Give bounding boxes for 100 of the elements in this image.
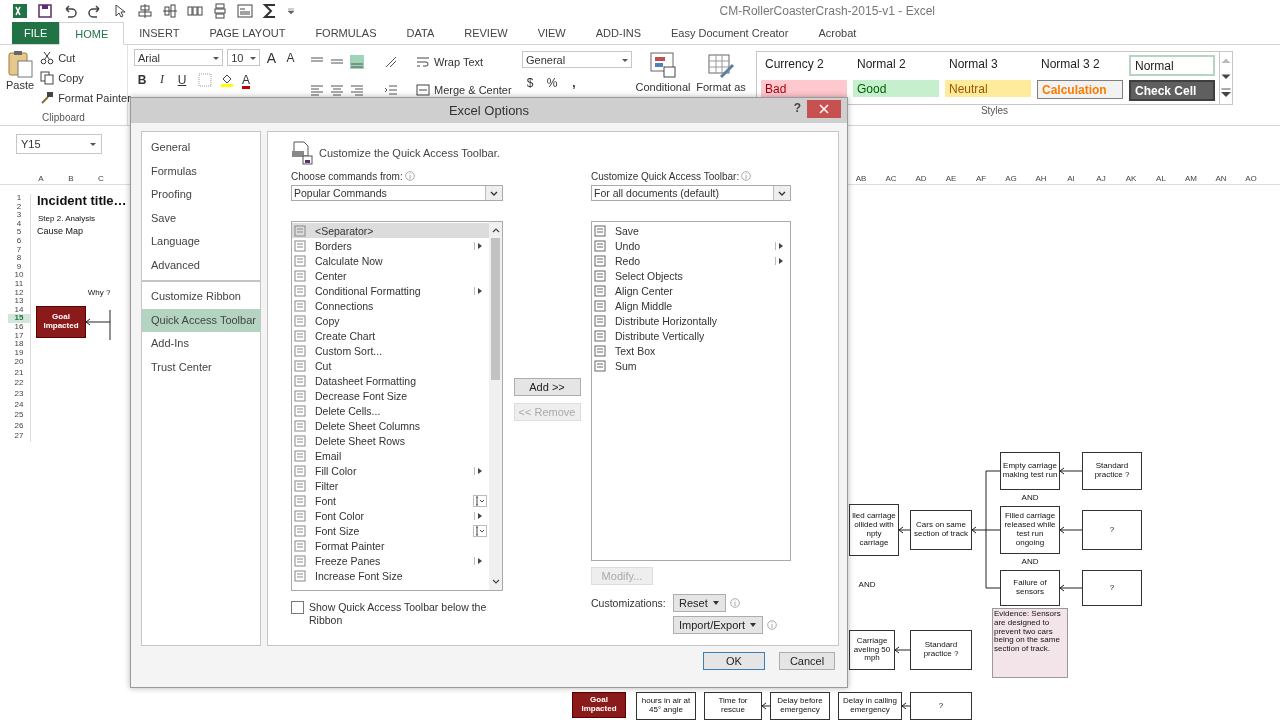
ribbon-tab[interactable]: DATA <box>391 22 450 44</box>
format-painter-button[interactable]: Format Painter <box>40 89 131 107</box>
row-header[interactable]: 20 <box>8 357 30 368</box>
ribbon-tab[interactable]: ADD-INS <box>580 22 656 44</box>
cell-style[interactable]: Normal 3 2 <box>1037 55 1123 72</box>
scrollbar[interactable] <box>489 222 502 590</box>
column-header[interactable]: AC <box>876 173 906 183</box>
toolbar-item[interactable]: Sum <box>592 358 790 373</box>
command-item[interactable]: Delete Sheet Rows <box>292 433 489 448</box>
row-header[interactable]: 23 <box>8 389 30 400</box>
row-header[interactable]: 7 <box>8 245 30 255</box>
column-header[interactable]: C <box>86 173 116 183</box>
text-box-icon[interactable] <box>237 3 253 19</box>
column-header[interactable]: AG <box>996 173 1026 183</box>
command-item[interactable]: Font <box>292 493 489 508</box>
underline-button[interactable]: U <box>174 72 190 87</box>
font-size-field[interactable]: 10 <box>227 49 260 66</box>
column-header[interactable]: AN <box>1206 173 1236 183</box>
ribbon-tab[interactable]: Acrobat <box>803 22 872 44</box>
row-header[interactable]: 24 <box>8 399 30 411</box>
row-header[interactable]: 1 <box>8 194 30 203</box>
ribbon-tab[interactable]: PAGE LAYOUT <box>194 22 301 44</box>
ribbon-tab[interactable]: REVIEW <box>449 22 523 44</box>
sum-icon[interactable] <box>262 3 278 19</box>
grow-font-button[interactable]: A <box>263 49 279 66</box>
command-item[interactable]: Center <box>292 268 489 283</box>
toolbar-item[interactable]: Redo <box>592 253 790 268</box>
row-header[interactable]: 16 <box>8 322 30 332</box>
align-center-icon[interactable] <box>330 83 344 97</box>
ribbon-tab[interactable]: FORMULAS <box>300 22 392 44</box>
cell-style[interactable]: Normal 3 <box>945 55 1031 72</box>
align-middle-icon[interactable] <box>162 3 178 19</box>
orientation-icon[interactable] <box>384 55 398 69</box>
toolbar-item[interactable]: Align Middle <box>592 298 790 313</box>
wrap-text-button[interactable]: Wrap Text <box>416 53 484 71</box>
number-format-field[interactable]: General <box>522 51 632 68</box>
ribbon-tab[interactable]: FILE <box>12 22 60 44</box>
toolbar-item[interactable]: Select Objects <box>592 268 790 283</box>
command-item[interactable]: Increase Font Size <box>292 568 489 583</box>
row-header[interactable]: 11 <box>8 279 30 289</box>
conditional-formatting-button[interactable]: Conditional <box>634 45 692 95</box>
shrink-font-button[interactable]: A <box>282 50 298 65</box>
paste-button[interactable]: Paste <box>6 49 35 99</box>
toolbar-item[interactable]: Align Center <box>592 283 790 298</box>
row-header[interactable]: 12 <box>8 288 30 298</box>
row-header[interactable]: 26 <box>8 420 30 432</box>
command-item[interactable]: Format Painter <box>292 538 489 553</box>
row-header[interactable]: 25 <box>8 410 30 421</box>
options-nav-item[interactable]: Proofing <box>142 183 260 207</box>
options-nav-item[interactable]: Language <box>142 230 260 254</box>
options-nav-item[interactable]: Quick Access Toolbar <box>142 308 260 332</box>
row-header[interactable]: 8 <box>8 254 30 263</box>
dropdown-icon[interactable] <box>287 7 295 15</box>
currency-button[interactable]: $ <box>522 76 538 90</box>
cell-style[interactable]: Neutral <box>945 80 1031 97</box>
merge-center-button[interactable]: Merge & Center <box>416 81 512 99</box>
options-nav-item[interactable]: Trust Center <box>142 355 260 379</box>
options-nav-item[interactable]: Formulas <box>142 159 260 183</box>
toolbar-item[interactable]: Distribute Horizontally <box>592 313 790 328</box>
format-as-table-button[interactable]: Format as <box>692 45 750 95</box>
command-item[interactable]: Connections <box>292 298 489 313</box>
name-box[interactable]: Y15 <box>16 134 102 154</box>
command-item[interactable]: Filter <box>292 478 489 493</box>
toolbar-item[interactable]: Save <box>592 223 790 238</box>
command-item[interactable]: <Separator> <box>292 223 489 238</box>
options-nav-item[interactable]: General <box>142 136 260 160</box>
row-header[interactable]: 14 <box>8 305 30 315</box>
command-item[interactable]: Decrease Font Size <box>292 388 489 403</box>
cell-style[interactable]: Normal 2 <box>853 55 939 72</box>
column-header[interactable]: AH <box>1026 173 1056 183</box>
column-header[interactable]: AD <box>906 173 936 183</box>
command-item[interactable]: Font Size <box>292 523 489 538</box>
scroll-up-icon[interactable] <box>491 226 500 234</box>
row-header[interactable]: 9 <box>8 262 30 272</box>
toolbar-item[interactable]: Distribute Vertically <box>592 328 790 343</box>
command-item[interactable]: Datasheet Formatting <box>292 373 489 388</box>
pointer-icon[interactable] <box>112 3 128 19</box>
align-left-icon[interactable] <box>310 83 324 97</box>
row-header[interactable]: 13 <box>8 297 30 306</box>
row-header[interactable]: 4 <box>8 219 30 229</box>
options-nav-item[interactable]: Advanced <box>142 253 260 277</box>
command-item[interactable]: Copy <box>292 313 489 328</box>
help-button[interactable]: ? <box>793 101 801 115</box>
command-item[interactable]: Create Chart <box>292 328 489 343</box>
command-item[interactable]: Fill Color <box>292 463 489 478</box>
toolbar-item[interactable]: Undo <box>592 238 790 253</box>
ribbon-tab[interactable]: VIEW <box>522 22 581 44</box>
command-item[interactable]: Email <box>292 448 489 463</box>
column-header[interactable]: AE <box>936 173 966 183</box>
fill-color-icon[interactable] <box>220 72 234 87</box>
add-button[interactable]: Add >> <box>513 378 581 396</box>
font-name-field[interactable]: Arial <box>134 49 224 66</box>
checkbox[interactable] <box>291 601 304 614</box>
toolbar-item[interactable]: Text Box <box>592 343 790 358</box>
column-header[interactable]: AI <box>1056 173 1086 183</box>
cell-style[interactable]: Check Cell <box>1129 80 1215 101</box>
distribute-vertical-icon[interactable] <box>212 3 228 19</box>
align-center-icon[interactable] <box>137 3 153 19</box>
row-header[interactable]: 17 <box>8 331 30 341</box>
toolbar-scope-select[interactable]: For all documents (default) <box>591 185 791 201</box>
